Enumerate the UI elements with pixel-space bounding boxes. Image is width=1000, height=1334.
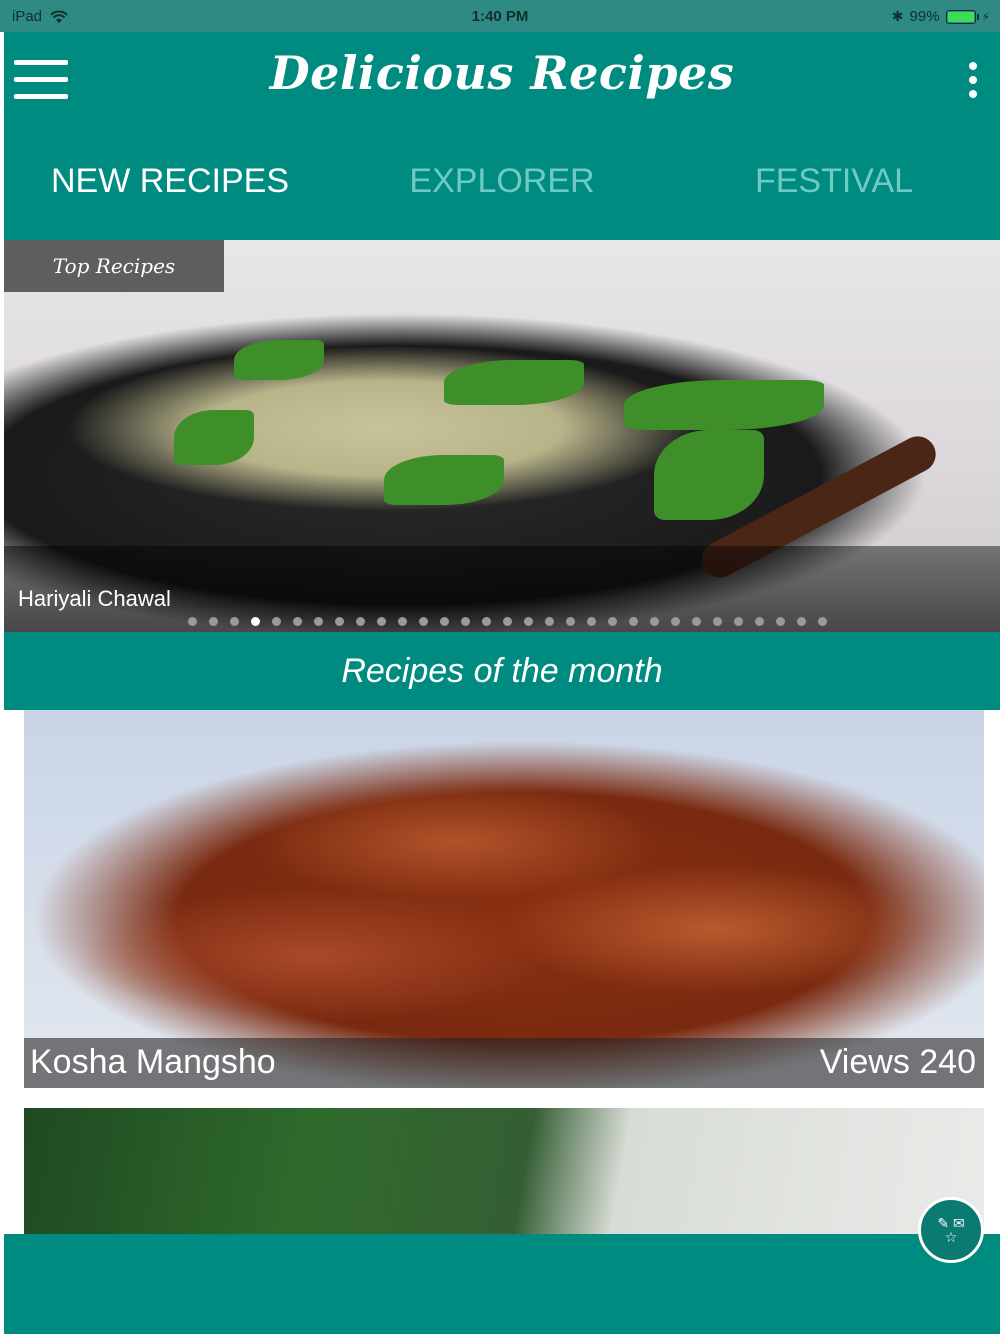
carousel-dot[interactable] [208, 617, 218, 626]
carousel-dot[interactable] [481, 617, 491, 626]
carousel-dot[interactable] [754, 617, 764, 626]
recipe-views: Views 240 [819, 1043, 976, 1081]
recipe-name: Kosha Mangsho [30, 1043, 276, 1081]
bluetooth-icon: ✱ [891, 8, 904, 24]
carousel-dot[interactable] [817, 617, 827, 626]
carousel-dot[interactable] [187, 617, 197, 626]
carousel-dot[interactable] [607, 617, 617, 626]
recipe-card-caption: Kosha Mangsho Views 240 [24, 1038, 984, 1088]
carousel-dot[interactable] [355, 617, 365, 626]
carousel-dot[interactable] [229, 617, 239, 626]
carousel-dot[interactable] [460, 617, 470, 626]
garnish-leaf [174, 410, 254, 465]
hero-carousel[interactable]: Top Recipes Hariyali Chawal [4, 240, 1000, 632]
carousel-dot[interactable] [565, 617, 575, 626]
status-bar: iPad 1:40 PM ✱ 99% ⚡ [0, 0, 1000, 32]
garnish-leaf [654, 430, 764, 520]
carousel-dot[interactable] [271, 617, 281, 626]
hero-recipe-title[interactable]: Hariyali Chawal [18, 586, 171, 612]
recipe-card[interactable]: Kosha Mangsho Views 240 [24, 710, 984, 1088]
status-time: 1:40 PM [471, 8, 529, 25]
carousel-indicator[interactable] [4, 617, 1000, 626]
more-options-icon[interactable] [966, 62, 980, 106]
app-title: Delicious Recipes [269, 46, 735, 100]
section-title: Recipes of the month [4, 632, 1000, 710]
carousel-dot[interactable] [670, 617, 680, 626]
carousel-dot[interactable] [544, 617, 554, 626]
carousel-dot[interactable] [649, 617, 659, 626]
food-image [234, 340, 324, 380]
carousel-dot[interactable] [439, 617, 449, 626]
recipe-card[interactable] [24, 1108, 984, 1234]
carousel-dot[interactable] [796, 617, 806, 626]
tab-bar: NEW RECIPES EXPLORER FESTIVAL [4, 162, 1000, 212]
carousel-dot[interactable] [250, 617, 260, 626]
garnish-leaf [624, 380, 824, 430]
carousel-dot[interactable] [712, 617, 722, 626]
carousel-dot[interactable] [733, 617, 743, 626]
battery-icon [945, 9, 979, 24]
bottom-bar [4, 1234, 1000, 1334]
carousel-dot[interactable] [628, 617, 638, 626]
carousel-dot[interactable] [523, 617, 533, 626]
carousel-dot[interactable] [292, 617, 302, 626]
carousel-dot[interactable] [397, 617, 407, 626]
top-recipes-badge: Top Recipes [4, 240, 224, 292]
carousel-dot[interactable] [586, 617, 596, 626]
tab-new-recipes[interactable]: NEW RECIPES [4, 162, 336, 212]
carousel-dot[interactable] [334, 617, 344, 626]
carousel-dot[interactable] [376, 617, 386, 626]
app-header: Delicious Recipes NEW RECIPES EXPLORER F… [4, 32, 1000, 240]
garnish-leaf [384, 455, 504, 505]
star-icon: ☆ [944, 1229, 958, 1245]
battery-percent: 99% [909, 8, 940, 25]
charging-icon: ⚡ [981, 9, 990, 24]
carousel-dot[interactable] [313, 617, 323, 626]
floating-action-button[interactable]: ✎ ✉ ☆ [918, 1197, 984, 1263]
carousel-dot[interactable] [691, 617, 701, 626]
carousel-dot[interactable] [775, 617, 785, 626]
tab-explorer[interactable]: EXPLORER [336, 162, 668, 212]
hero-caption: Hariyali Chawal [4, 546, 1000, 632]
status-right: ✱ 99% ⚡ [892, 8, 990, 25]
carousel-dot[interactable] [502, 617, 512, 626]
garnish-leaf [444, 360, 584, 405]
carousel-dot[interactable] [418, 617, 428, 626]
tab-festival[interactable]: FESTIVAL [668, 162, 1000, 212]
